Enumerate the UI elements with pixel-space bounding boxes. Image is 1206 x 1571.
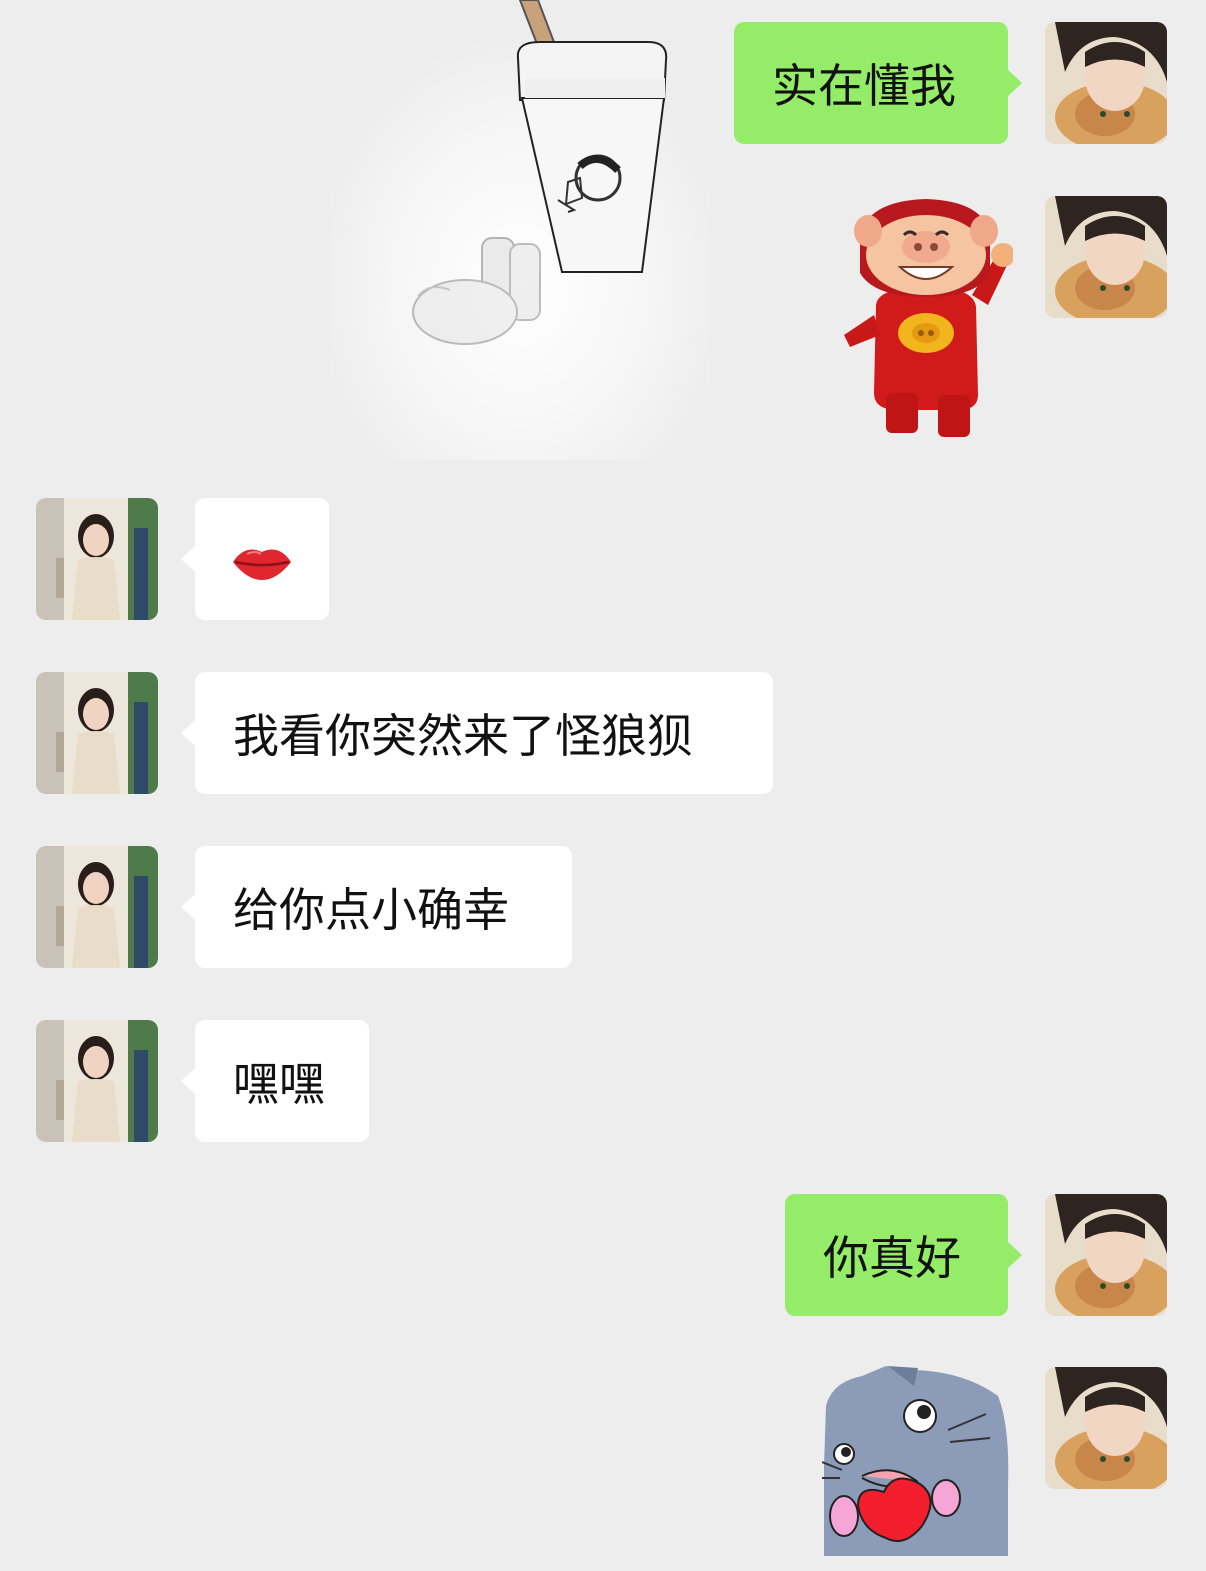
avatar-self[interactable] xyxy=(1045,22,1167,144)
message-text: 给你点小确幸 xyxy=(233,883,509,937)
message-bubble-other[interactable]: 嘿嘿 xyxy=(181,1020,369,1142)
lips-emoji xyxy=(231,539,293,580)
gray-cat-holding-heart-sticker[interactable] xyxy=(822,1366,1010,1556)
avatar-other[interactable] xyxy=(36,672,158,794)
avatar-self[interactable] xyxy=(1045,196,1167,318)
message-bubble-self[interactable]: 实在懂我 xyxy=(734,22,1022,144)
message-text: 嘿嘿 xyxy=(233,1057,325,1111)
avatar-self[interactable] xyxy=(1045,1367,1167,1489)
avatar-other[interactable] xyxy=(36,846,158,968)
message-bubble-other[interactable]: 给你点小确幸 xyxy=(181,846,572,968)
message-bubble-self[interactable]: 你真好 xyxy=(785,1194,1022,1316)
message-text: 我看你突然来了怪狼狈 xyxy=(233,709,693,763)
message-text: 实在懂我 xyxy=(772,59,956,113)
avatar-other[interactable] xyxy=(36,1020,158,1142)
avatar-other[interactable] xyxy=(36,498,158,620)
message-bubble-other[interactable]: 我看你突然来了怪狼狈 xyxy=(181,672,773,794)
avatar-self[interactable] xyxy=(1045,1194,1167,1316)
red-pig-dancing-sticker[interactable] xyxy=(838,195,1013,443)
message-text: 你真好 xyxy=(823,1231,961,1285)
milk-tea-cup-sticker[interactable] xyxy=(330,0,710,460)
message-bubble-other[interactable] xyxy=(181,498,329,620)
